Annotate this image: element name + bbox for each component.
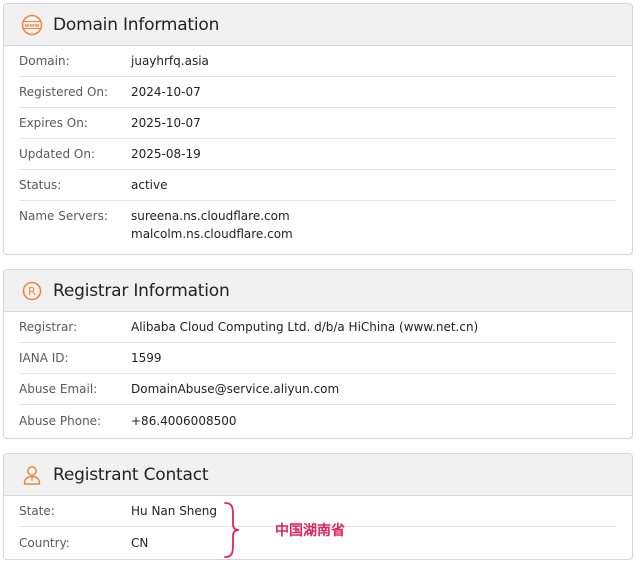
status-value: active <box>131 178 168 192</box>
iana-id-value: 1599 <box>131 351 162 365</box>
domain-information-header: www Domain Information <box>4 4 632 46</box>
registered-on-value: 2024-10-07 <box>131 85 201 99</box>
registrar-value: Alibaba Cloud Computing Ltd. d/b/a HiChi… <box>131 320 479 334</box>
status-row: Status: active <box>19 170 616 201</box>
annotation-brace <box>222 501 242 563</box>
country-value: CN <box>131 535 149 550</box>
registrant-contact-card: Registrant Contact State: Hu Nan Sheng C… <box>3 453 633 560</box>
domain-information-title: Domain Information <box>53 14 220 35</box>
name-servers-row: Name Servers: sureena.ns.cloudflare.com … <box>19 201 616 248</box>
abuse-email-label: Abuse Email: <box>19 382 98 396</box>
expires-on-row: Expires On: 2025-10-07 <box>19 108 616 139</box>
registrar-information-card: R Registrar Information Registrar: Aliba… <box>3 269 633 439</box>
registrar-information-title: Registrar Information <box>53 280 230 301</box>
name-servers-label: Name Servers: <box>19 209 108 223</box>
status-label: Status: <box>19 178 62 192</box>
updated-on-label: Updated On: <box>19 147 95 161</box>
registrar-row: Registrar: Alibaba Cloud Computing Ltd. … <box>19 312 616 343</box>
name-server-2: malcolm.ns.cloudflare.com <box>131 227 293 241</box>
abuse-phone-row: Abuse Phone: +86.4006008500 <box>19 405 616 436</box>
name-server-1: sureena.ns.cloudflare.com <box>131 209 290 223</box>
abuse-email-row: Abuse Email: DomainAbuse@service.aliyun.… <box>19 374 616 405</box>
www-globe-icon: www <box>20 13 44 37</box>
expires-on-value: 2025-10-07 <box>131 116 201 130</box>
registrar-information-header: R Registrar Information <box>4 270 632 312</box>
expires-on-label: Expires On: <box>19 116 88 130</box>
svg-text:www: www <box>25 22 40 28</box>
registered-on-row: Registered On: 2024-10-07 <box>19 77 616 108</box>
svg-text:R: R <box>28 285 36 298</box>
updated-on-row: Updated On: 2025-08-19 <box>19 139 616 170</box>
abuse-phone-value: +86.4006008500 <box>131 413 237 428</box>
iana-id-label: IANA ID: <box>19 351 69 365</box>
registrar-label: Registrar: <box>19 320 78 334</box>
state-value: Hu Nan Sheng <box>131 504 218 518</box>
annotation-note: 中国湖南省 <box>275 523 345 539</box>
name-servers-value: sureena.ns.cloudflare.com malcolm.ns.clo… <box>131 207 293 243</box>
registrant-contact-header: Registrant Contact <box>4 454 632 496</box>
abuse-email-value: DomainAbuse@service.aliyun.com <box>131 382 340 396</box>
iana-id-row: IANA ID: 1599 <box>19 343 616 374</box>
domain-value: juayhrfq.asia <box>131 54 209 68</box>
state-label: State: <box>19 504 55 518</box>
updated-on-value: 2025-08-19 <box>131 147 201 161</box>
registered-on-label: Registered On: <box>19 85 109 99</box>
registered-trademark-icon: R <box>20 279 44 303</box>
domain-information-card: www Domain Information Domain: juayhrfq.… <box>3 3 633 255</box>
domain-row: Domain: juayhrfq.asia <box>19 46 616 77</box>
domain-label: Domain: <box>19 54 70 68</box>
country-label: Country: <box>19 535 70 550</box>
abuse-phone-label: Abuse Phone: <box>19 413 102 428</box>
person-icon <box>20 463 44 487</box>
registrant-contact-title: Registrant Contact <box>53 464 209 485</box>
